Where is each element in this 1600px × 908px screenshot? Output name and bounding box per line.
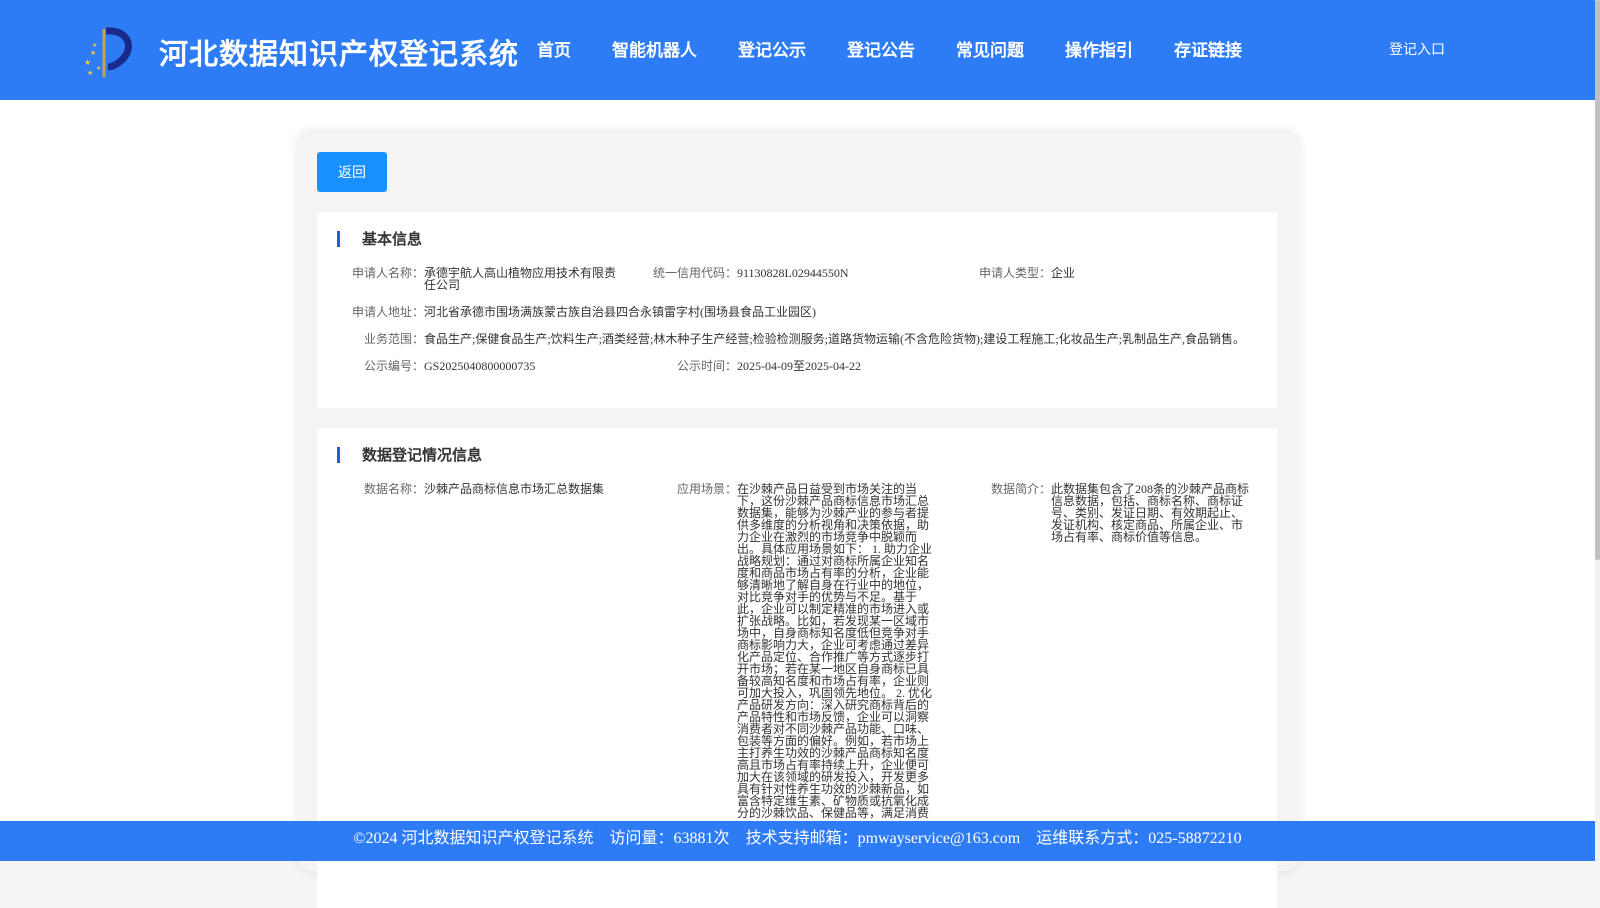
notice-time-value: 2025-04-09至2025-04-22 — [737, 359, 861, 373]
data-name-value: 沙棘产品商标信息市场汇总数据集 — [424, 482, 605, 496]
address-label: 申请人地址： — [351, 305, 424, 319]
scenario-value: 在沙棘产品日益受到市场关注的当下，这份沙棘产品商标信息市场汇总数据集，能够为沙棘… — [737, 482, 933, 820]
svg-text:★: ★ — [96, 65, 101, 72]
footer-support-email: 技术支持邮箱：pmwayservice@163.com — [745, 830, 1021, 847]
nav-item-robot[interactable]: 智能机器人 — [612, 36, 697, 61]
scenario-label: 应用场景： — [676, 482, 737, 496]
main-nav: 首页 智能机器人 登记公示 登记公告 常见问题 操作指引 存证链接 — [537, 36, 1283, 61]
nav-item-publicity[interactable]: 登记公示 — [738, 36, 806, 61]
scope-value: 食品生产;保健食品生产;饮料生产;酒类经营;林木种子生产经营;检验检测服务;道路… — [424, 332, 1246, 346]
page-scrollbar[interactable] — [1595, 0, 1600, 861]
applicant-type-value: 企业 — [1051, 266, 1076, 280]
nav-item-evidence-link[interactable]: 存证链接 — [1174, 36, 1242, 61]
applicant-type-label: 申请人类型： — [978, 266, 1051, 280]
login-link[interactable]: 登记入口 — [1389, 39, 1445, 59]
footer-visits: 访问量：63881次 — [609, 830, 730, 847]
nav-item-announcement[interactable]: 登记公告 — [847, 36, 915, 61]
notice-no-label: 公示编号： — [363, 359, 424, 373]
hebei-ip-logo-icon[interactable]: ★ ★ ★ ★ ★ — [82, 25, 136, 80]
footer-contact: 运维联系方式：025-58872210 — [1036, 830, 1242, 847]
nav-item-home[interactable]: 首页 — [537, 36, 571, 61]
detail-container: 返回 基本信息 申请人名称： 承德宇航人高山植物应用技术有限责任公司 统一信用代… — [297, 131, 1299, 908]
nav-item-guide[interactable]: 操作指引 — [1065, 36, 1133, 61]
svg-text:★: ★ — [90, 49, 96, 57]
intro-value: 此数据集包含了208条的沙棘产品商标信息数据，包括、商标名称、商标证号、类别、发… — [1051, 482, 1250, 544]
scrollbar-thumb[interactable] — [1595, 0, 1600, 560]
svg-text:★: ★ — [84, 58, 91, 67]
site-title[interactable]: 河北数据知识产权登记系统 — [159, 31, 519, 73]
notice-no-value: GS2025040800000735 — [424, 359, 536, 373]
basic-info-card: 基本信息 申请人名称： 承德宇航人高山植物应用技术有限责任公司 统一信用代码： … — [317, 212, 1277, 408]
data-name-label: 数据名称： — [363, 482, 424, 496]
applicant-name-value: 承德宇航人高山植物应用技术有限责任公司 — [424, 266, 617, 292]
data-registration-title: 数据登记情况信息 — [337, 447, 482, 463]
footer-copyright: ©2024 河北数据知识产权登记系统 — [353, 830, 594, 847]
top-header: ★ ★ ★ ★ ★ 河北数据知识产权登记系统 首页 智能机器人 登记公示 登记公… — [0, 0, 1595, 100]
intro-label: 数据简介： — [990, 482, 1051, 496]
notice-time-label: 公示时间： — [676, 359, 737, 373]
back-button[interactable]: 返回 — [317, 152, 387, 192]
svg-text:★: ★ — [87, 69, 93, 77]
footer: ©2024 河北数据知识产权登记系统 访问量：63881次 技术支持邮箱：pmw… — [0, 821, 1595, 861]
scope-label: 业务范围： — [363, 332, 424, 346]
applicant-name-label: 申请人名称： — [351, 266, 424, 280]
credit-code-value: 91130828L02944550N — [737, 266, 849, 280]
nav-item-faq[interactable]: 常见问题 — [956, 36, 1024, 61]
address-value: 河北省承德市围场满族蒙古族自治县四合永镇雷字村(围场县食品工业园区) — [424, 305, 816, 319]
credit-code-label: 统一信用代码： — [652, 266, 737, 280]
basic-info-title: 基本信息 — [337, 231, 422, 247]
svg-text:★: ★ — [92, 42, 97, 49]
